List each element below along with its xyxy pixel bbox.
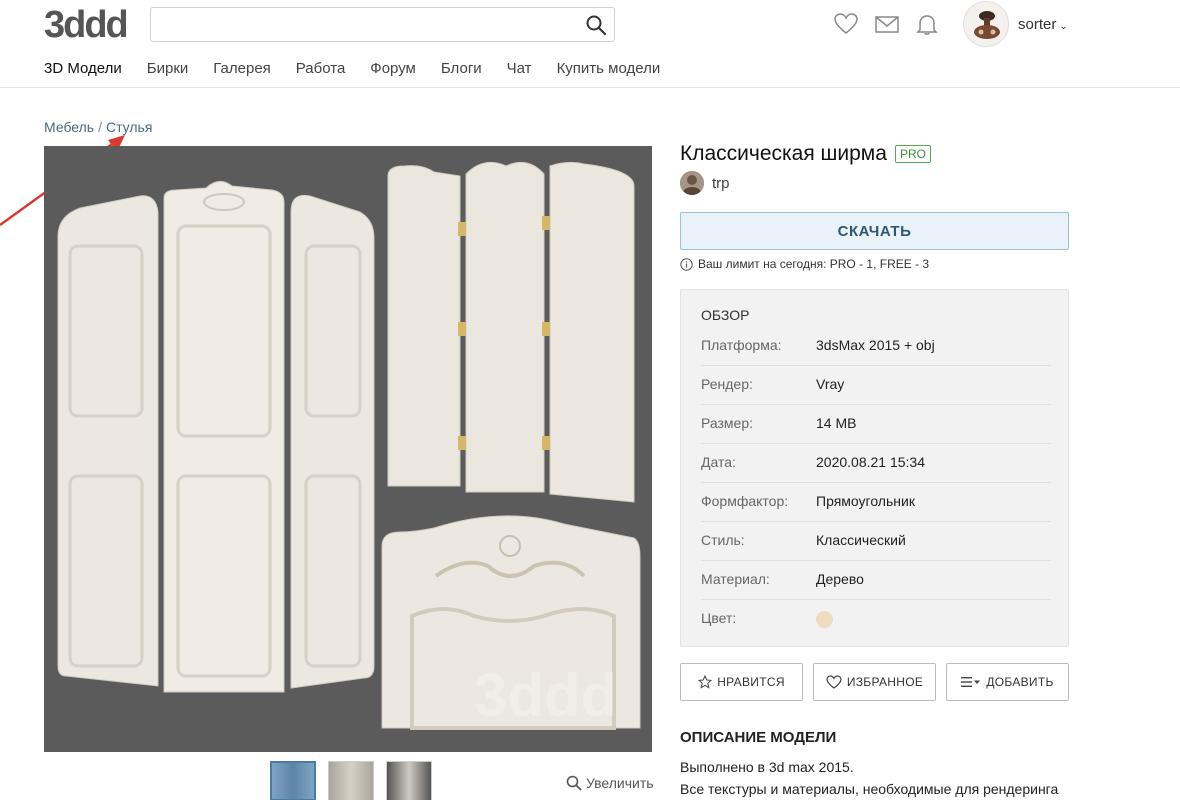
description-line-1: Выполнено в 3d max 2015. [680, 759, 854, 775]
user-avatar[interactable] [963, 1, 1009, 47]
site-logo[interactable]: 3ddd [44, 5, 126, 43]
product-title: Классическая ширма [680, 142, 887, 165]
like-label: НРАВИТСЯ [717, 675, 785, 689]
star-icon [698, 675, 713, 689]
thumbnail-1[interactable] [270, 761, 316, 800]
action-buttons: НРАВИТСЯ ИЗБРАННОЕ ДОБАВИТЬ [680, 663, 1069, 701]
description-text: Выполнено в 3d max 2015. Все текстуры и … [680, 756, 1080, 800]
heart-icon [826, 675, 842, 689]
overview-row-platform: Платформа: 3dsMax 2015 + obj [701, 327, 1051, 366]
chevron-down-icon: ⌄ [1059, 21, 1068, 32]
pro-badge: PRO [894, 145, 931, 163]
download-limit-notice: Ваш лимит на сегодня: PRO - 1, FREE - 3 [680, 257, 929, 271]
color-swatch[interactable] [816, 611, 833, 628]
zoom-label: Увеличить [586, 775, 654, 791]
screen-render-back [387, 161, 635, 503]
screen-render-large [57, 181, 375, 693]
product-title-row: Классическая ширма PRO [680, 142, 931, 166]
search-icon[interactable] [584, 13, 608, 37]
overview-key: Материал: [701, 571, 770, 587]
overview-value: 2020.08.21 15:34 [816, 454, 925, 470]
list-add-icon [961, 677, 981, 687]
nav-item-chat[interactable]: Чат [507, 60, 532, 77]
overview-value[interactable]: Vray [816, 376, 844, 392]
nav-item-jobs[interactable]: Работа [296, 60, 346, 77]
author-name[interactable]: trp [712, 175, 730, 192]
overview-row-date: Дата: 2020.08.21 15:34 [701, 444, 1051, 483]
overview-value[interactable]: Классический [816, 532, 906, 548]
favorite-label: ИЗБРАННОЕ [846, 675, 924, 689]
overview-key: Формфактор: [701, 493, 789, 509]
nav-item-gallery[interactable]: Галерея [213, 60, 271, 77]
zoom-link[interactable]: Увеличить [566, 775, 654, 791]
overview-title: ОБЗОР [701, 307, 750, 323]
info-icon [680, 257, 693, 271]
nav-item-tags[interactable]: Бирки [147, 60, 189, 77]
svg-text:3ddd: 3ddd [44, 5, 126, 43]
add-to-collection-button[interactable]: ДОБАВИТЬ [946, 663, 1069, 701]
site-header: 3ddd sorter ⌄ 3D Модели Бирки Галерея Ра… [0, 0, 1180, 88]
watermark-logo: 3ddd [474, 662, 617, 729]
overview-row-size: Размер: 14 MB [701, 405, 1051, 444]
overview-value[interactable]: Прямоугольник [816, 493, 915, 509]
user-name-label: sorter [1018, 16, 1057, 33]
description-line-2: Все текстуры и материалы, необходимые дл… [680, 781, 1059, 797]
description-title: ОПИСАНИЕ МОДЕЛИ [680, 729, 837, 746]
overview-value: 3dsMax 2015 + obj [816, 337, 935, 353]
overview-key: Рендер: [701, 376, 753, 392]
mail-icon[interactable] [874, 12, 900, 36]
thumbnail-2[interactable] [328, 761, 374, 800]
product-image[interactable]: 3ddd [44, 146, 652, 752]
overview-value: 14 MB [816, 415, 857, 431]
overview-row-material: Материал: Дерево [701, 561, 1051, 600]
main-nav: 3D Модели Бирки Галерея Работа Форум Бло… [44, 60, 685, 77]
thumbnail-strip [270, 761, 432, 800]
overview-key: Стиль: [701, 532, 745, 548]
user-menu[interactable]: sorter ⌄ [1018, 16, 1068, 33]
overview-row-render: Рендер: Vray [701, 366, 1051, 405]
overview-key: Цвет: [701, 610, 737, 626]
overview-row-color: Цвет: [701, 600, 1051, 639]
overview-key: Размер: [701, 415, 754, 431]
heart-icon[interactable] [833, 12, 859, 36]
search-box [150, 7, 615, 42]
nav-item-3d-models[interactable]: 3D Модели [44, 60, 122, 77]
limit-text: Ваш лимит на сегодня: PRO - 1, FREE - 3 [698, 257, 930, 271]
add-label: ДОБАВИТЬ [986, 675, 1054, 689]
nav-item-buy-models[interactable]: Купить модели [557, 60, 661, 77]
search-input[interactable] [151, 8, 571, 41]
download-button[interactable]: СКАЧАТЬ [680, 212, 1069, 250]
author-avatar[interactable] [680, 171, 704, 195]
like-button[interactable]: НРАВИТСЯ [680, 663, 803, 701]
magnifier-icon [566, 775, 582, 791]
thumbnail-3[interactable] [386, 761, 432, 800]
overview-row-formfactor: Формфактор: Прямоугольник [701, 483, 1051, 522]
nav-item-blogs[interactable]: Блоги [441, 60, 482, 77]
overview-key: Дата: [701, 454, 736, 470]
overview-key: Платформа: [701, 337, 782, 353]
bell-icon[interactable] [914, 12, 940, 36]
favorite-button[interactable]: ИЗБРАННОЕ [813, 663, 936, 701]
overview-row-style: Стиль: Классический [701, 522, 1051, 561]
overview-panel: ОБЗОР Платформа: 3dsMax 2015 + obj Ренде… [680, 289, 1069, 647]
overview-value[interactable]: Дерево [816, 571, 864, 587]
nav-item-forum[interactable]: Форум [370, 60, 416, 77]
author-row[interactable]: trp [680, 171, 730, 195]
